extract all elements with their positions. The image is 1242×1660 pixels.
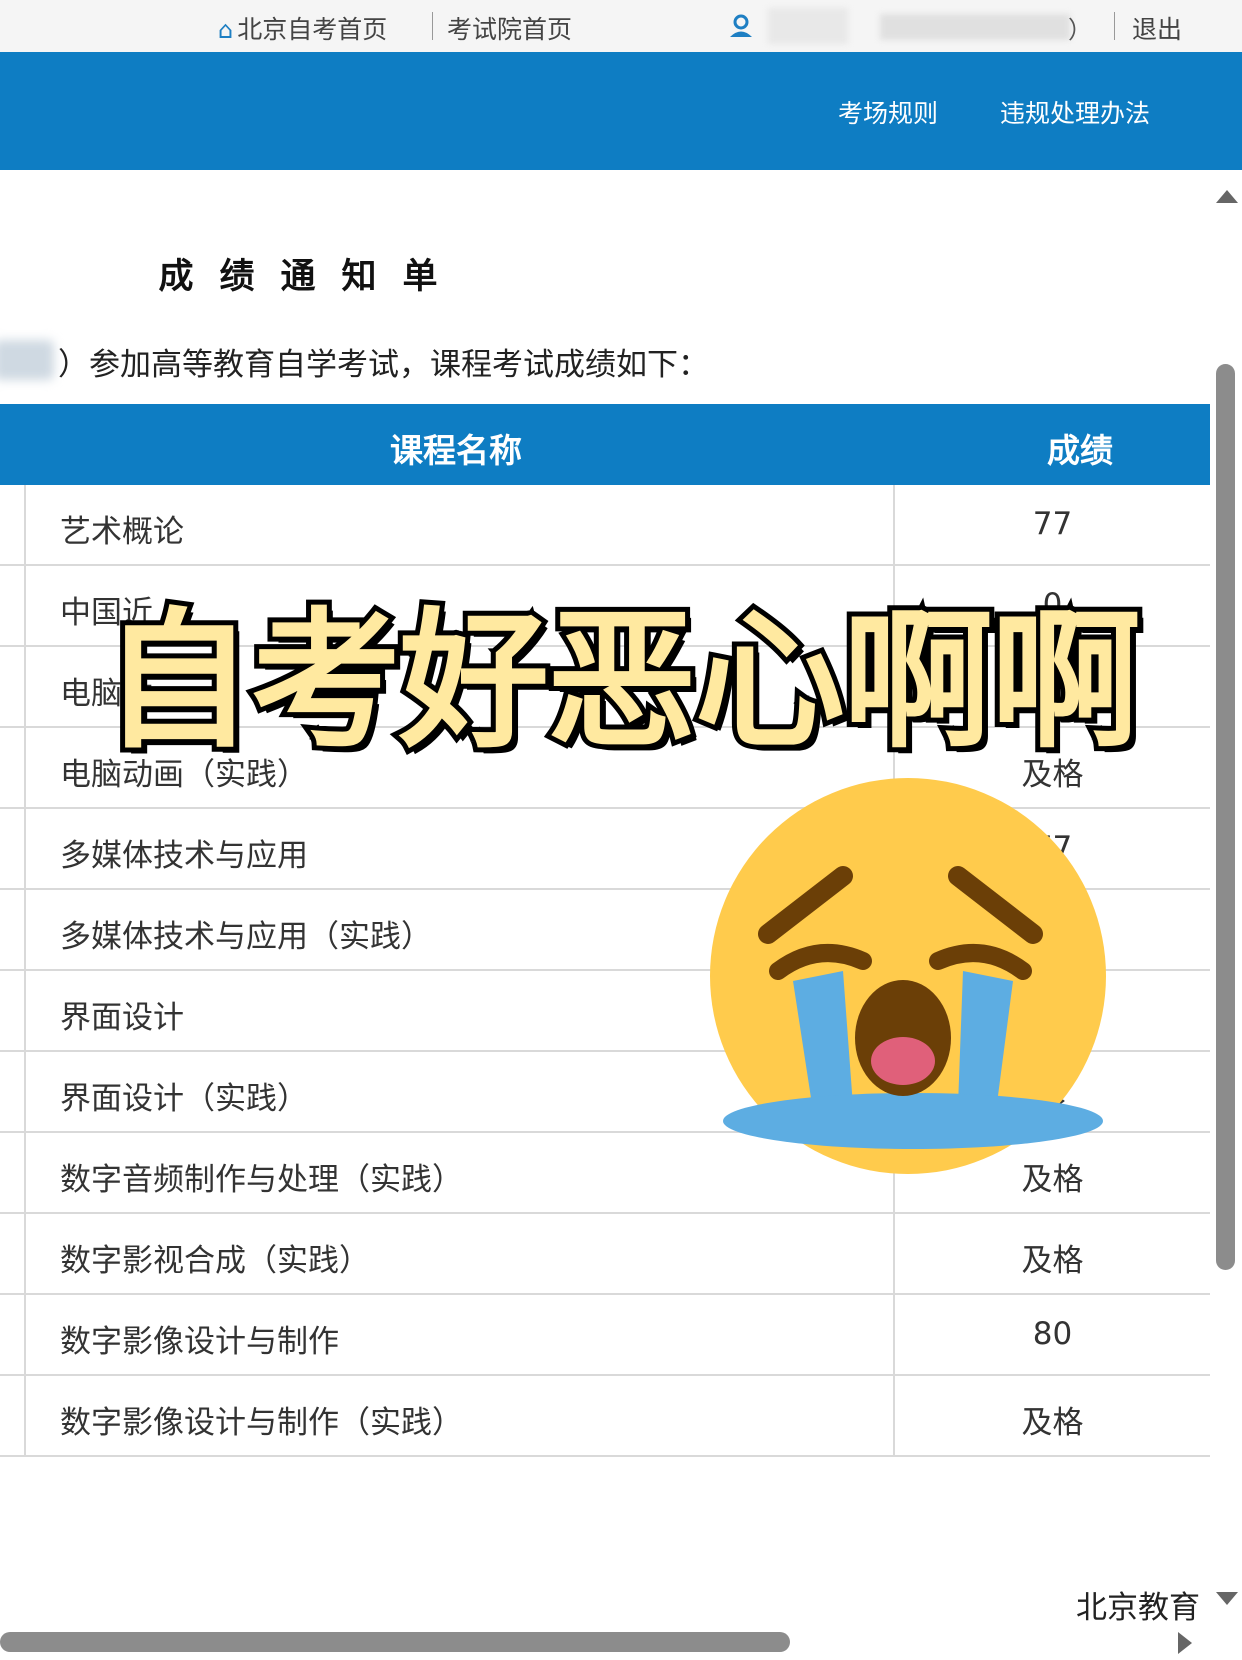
course-name: 数字影像设计与制作（实践）: [60, 1405, 463, 1441]
divider: [432, 12, 433, 40]
course-name: 界面设计（实践）: [60, 1081, 308, 1117]
user-icon: [730, 14, 752, 37]
column-header-course: 课程名称: [390, 431, 522, 470]
home-link[interactable]: ⌂ 北京自考首页: [218, 10, 387, 46]
course-score: 及格: [1021, 1405, 1084, 1441]
redacted-id: [880, 14, 1070, 40]
page-title-text: 成绩通知单: [158, 257, 464, 297]
course-name: 数字影视合成（实践）: [60, 1243, 370, 1279]
intro-text: ）参加高等教育自学考试，课程考试成绩如下：: [58, 347, 709, 383]
paren-text: ）: [1068, 16, 1092, 44]
scroll-right-arrow[interactable]: [1178, 1632, 1192, 1654]
home-link-label: 北京自考首页: [237, 15, 388, 44]
nav-exam-rules[interactable]: 考场规则: [838, 94, 938, 130]
cell-border: [24, 890, 26, 969]
course-name: 数字影像设计与制作: [60, 1324, 339, 1360]
cell-border: [24, 1052, 26, 1131]
table-row: 数字影像设计与制作 80: [0, 1295, 1210, 1376]
scroll-down-arrow[interactable]: [1216, 1592, 1238, 1605]
table-row: 数字影视合成（实践） 及格: [0, 1214, 1210, 1295]
logout-link[interactable]: 退出: [1132, 10, 1182, 46]
cell-border: [24, 971, 26, 1050]
exam-home-link[interactable]: 考试院首页: [447, 10, 572, 46]
course-name: 数字音频制作与处理（实践）: [60, 1162, 463, 1198]
horizontal-scrollbar[interactable]: [0, 1632, 790, 1652]
divider: [1114, 12, 1115, 40]
redacted-exam-id: [0, 340, 54, 380]
cell-border: [24, 1376, 26, 1455]
redacted-username: [768, 8, 848, 44]
course-score: 80: [1032, 1316, 1073, 1352]
course-name: 界面设计: [60, 1000, 184, 1036]
overlay-caption: 自考好恶心啊啊: [98, 590, 1146, 774]
cell-border: [24, 809, 26, 888]
cell-border: [24, 1133, 26, 1212]
course-score: 77: [1032, 506, 1073, 542]
top-bar: ⌂ 北京自考首页 考试院首页 ） 退出: [0, 0, 1242, 53]
cell-border: [24, 1214, 26, 1293]
cell-border: [24, 1295, 26, 1374]
footer-text: 北京教育: [1076, 1590, 1200, 1626]
loudly-crying-face-icon: [710, 778, 1106, 1174]
page-title: 成绩通知单: [0, 248, 1242, 299]
course-name: 多媒体技术与应用: [60, 838, 308, 874]
course-name: 多媒体技术与应用（实践）: [60, 919, 432, 955]
cell-border: [24, 485, 26, 564]
nav-violation-rules[interactable]: 违规处理办法: [1000, 94, 1150, 130]
course-name: 艺术概论: [60, 514, 184, 550]
site-header: 考场规则 违规处理办法: [0, 52, 1242, 170]
table-header: 课程名称 成绩: [0, 404, 1210, 485]
column-header-score: 成绩: [1047, 431, 1113, 470]
table-row: 数字影像设计与制作（实践） 及格: [0, 1376, 1210, 1457]
course-score: 及格: [1021, 1243, 1084, 1279]
home-icon: ⌂: [218, 16, 234, 44]
scroll-up-arrow[interactable]: [1216, 190, 1238, 203]
table-row: 艺术概论 77: [0, 485, 1210, 566]
vertical-scrollbar[interactable]: [1216, 364, 1235, 1270]
